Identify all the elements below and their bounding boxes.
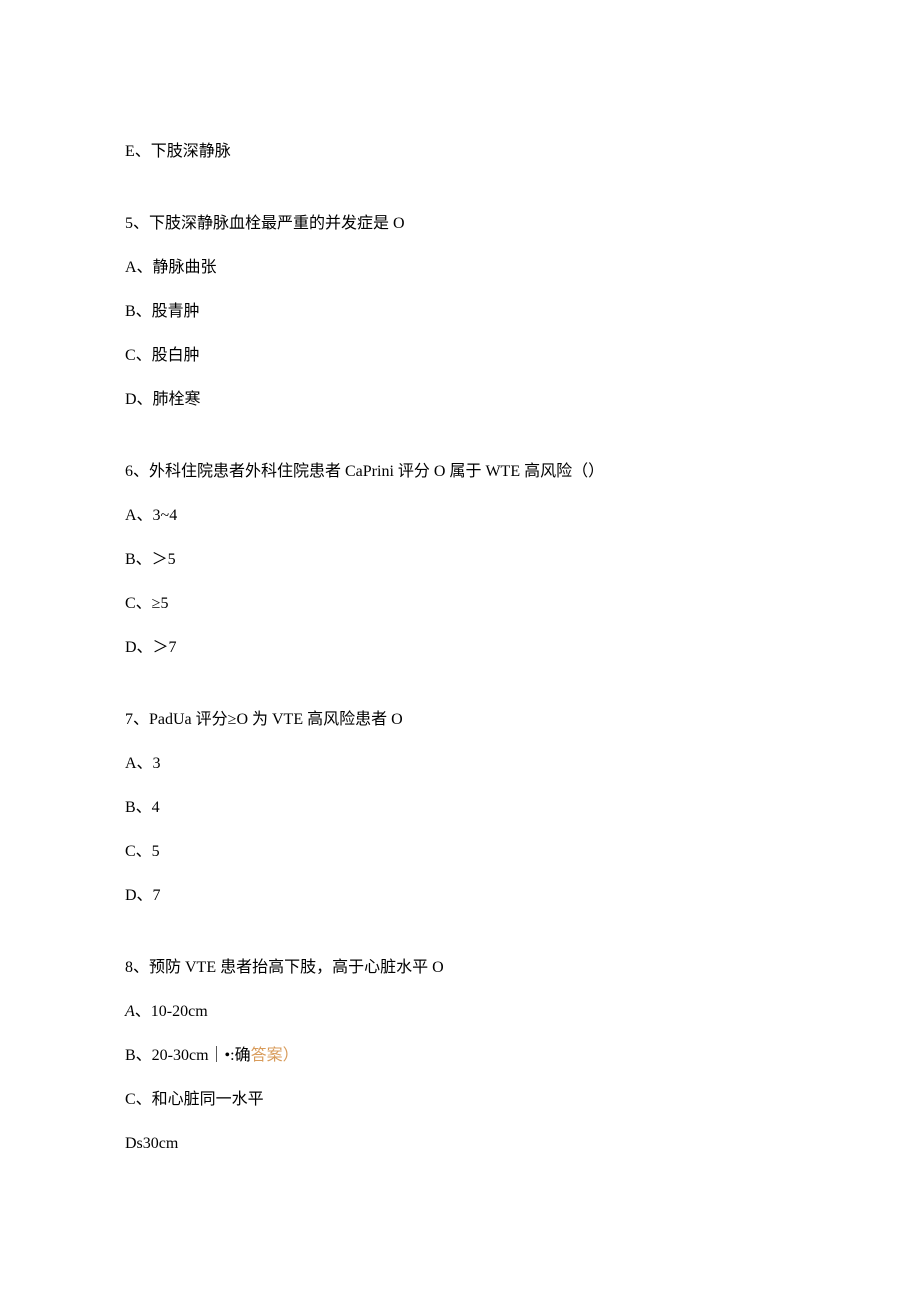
q7-option-c: C、5 <box>125 840 795 864</box>
q5-option-a: A、静脉曲张 <box>125 256 795 280</box>
q8-option-b: B、20-30cm｜•:确答案） <box>125 1044 795 1068</box>
q8-option-d: Ds30cm <box>125 1132 795 1156</box>
q8-option-a: A、10-20cm <box>125 1000 795 1024</box>
q8-option-b-text: B、20-30cm｜•:确 <box>125 1047 251 1064</box>
spacer <box>125 680 795 708</box>
q7-option-a: A、3 <box>125 752 795 776</box>
q7-stem: 7、PadUa 评分≥O 为 VTE 高风险患者 O <box>125 708 795 732</box>
q6-option-d: D、＞7 <box>125 636 795 660</box>
q8-option-a-prefix: A <box>125 1003 135 1020</box>
q6-option-b: B、＞5 <box>125 548 795 572</box>
q7-option-d: D、7 <box>125 884 795 908</box>
spacer <box>125 928 795 956</box>
q6-option-a: A、3~4 <box>125 504 795 528</box>
spacer <box>125 432 795 460</box>
q8-option-c: C、和心脏同一水平 <box>125 1088 795 1112</box>
q8-answer-mark: 答案） <box>251 1047 299 1064</box>
q5-option-d: D、肺栓寒 <box>125 388 795 412</box>
q6-stem: 6、外科住院患者外科住院患者 CaPrini 评分 O 属于 WTE 高风险（） <box>125 460 795 484</box>
q4-option-e: E、下肢深静脉 <box>125 140 795 164</box>
q5-option-c: C、股白肿 <box>125 344 795 368</box>
q5-stem: 5、下肢深静脉血栓最严重的并发症是 O <box>125 212 795 236</box>
q8-stem: 8、预防 VTE 患者抬高下肢，高于心脏水平 O <box>125 956 795 980</box>
q7-option-b: B、4 <box>125 796 795 820</box>
q6-option-c: C、≥5 <box>125 592 795 616</box>
document-page: E、下肢深静脉 5、下肢深静脉血栓最严重的并发症是 O A、静脉曲张 B、股青肿… <box>0 0 920 1276</box>
q5-option-b: B、股青肿 <box>125 300 795 324</box>
spacer <box>125 184 795 212</box>
q8-option-a-text: 、10-20cm <box>135 1003 208 1020</box>
